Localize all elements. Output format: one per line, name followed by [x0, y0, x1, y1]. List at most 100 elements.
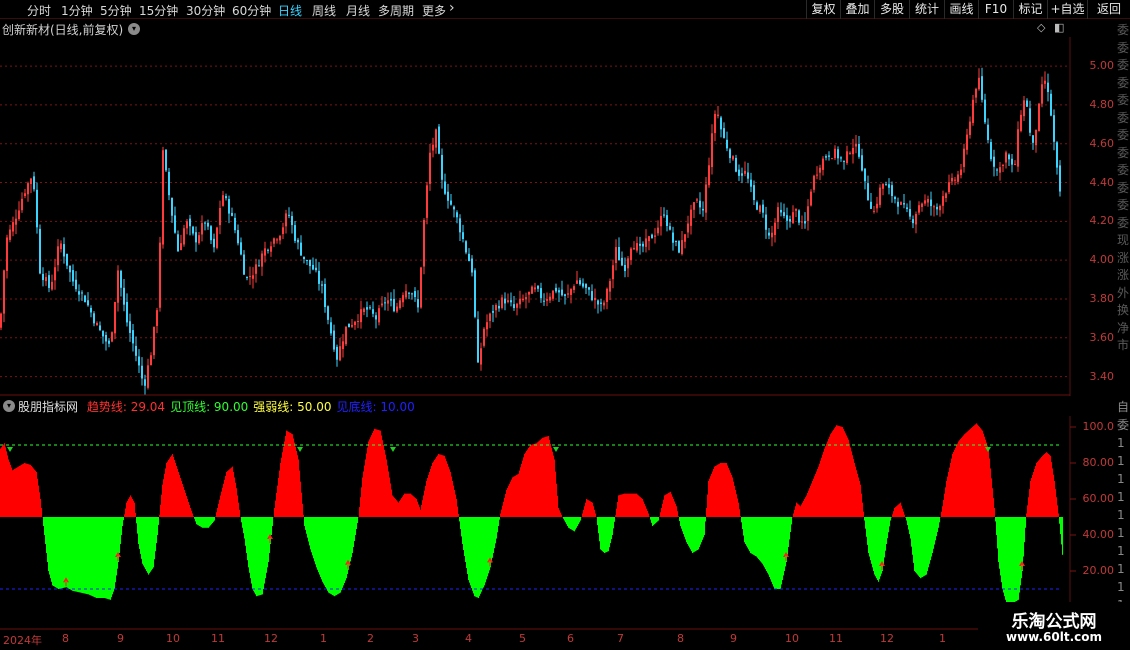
sell-arrow-icon	[297, 447, 303, 452]
trend-bar	[745, 517, 747, 544]
diamond-icon[interactable]: ◇	[1037, 21, 1045, 34]
toolbar-button-3[interactable]: 统计	[909, 0, 944, 19]
trend-bar	[760, 517, 762, 562]
toolbar-button-5[interactable]: F10	[978, 0, 1013, 19]
candlestick-chart[interactable]	[0, 37, 1130, 396]
trend-bar	[726, 463, 728, 517]
candle	[1047, 73, 1049, 102]
trend-bar	[75, 517, 77, 592]
date-axis-label: 2024年	[3, 634, 42, 647]
trend-bar	[784, 517, 786, 571]
window-icon[interactable]: ◧	[1054, 21, 1064, 34]
period-tab-8[interactable]: 月线	[346, 2, 370, 19]
indicator-name[interactable]: 股朋指标网	[18, 400, 78, 414]
candle	[156, 307, 158, 334]
candle	[582, 278, 584, 289]
period-tab-4[interactable]: 30分钟	[186, 2, 225, 19]
candle	[657, 220, 659, 236]
candle	[180, 234, 182, 251]
trend-bar	[606, 517, 608, 553]
period-tab-1[interactable]: 1分钟	[61, 2, 93, 19]
trend-bar	[677, 511, 679, 517]
candle	[813, 174, 815, 193]
trend-bar	[715, 466, 717, 517]
trend-bar	[743, 517, 745, 536]
trend-bar	[728, 467, 730, 517]
date-axis-label: 11	[211, 632, 225, 645]
trend-bar	[643, 501, 645, 517]
period-tab-10[interactable]: 更多	[422, 2, 446, 19]
trend-bar	[396, 500, 398, 517]
trend-bar	[545, 436, 547, 517]
chevron-down-icon[interactable]: ▾	[128, 23, 140, 35]
trend-bar	[202, 517, 204, 528]
trend-bar	[497, 517, 499, 533]
trend-bar	[97, 517, 99, 598]
trend-bar	[970, 428, 972, 517]
toolbar-button-4[interactable]: 画线	[944, 0, 978, 19]
trend-bar	[226, 472, 228, 517]
period-tab-2[interactable]: 5分钟	[100, 2, 132, 19]
candle	[321, 280, 323, 294]
candle	[240, 237, 242, 256]
trend-bar	[261, 517, 263, 595]
trend-bar	[617, 502, 619, 517]
candle	[369, 305, 371, 310]
trend-bar	[999, 517, 1001, 569]
trend-bar	[919, 517, 921, 577]
trend-bar	[736, 494, 738, 517]
period-tab-0[interactable]: 分时	[27, 2, 51, 19]
trend-bar	[771, 517, 773, 582]
trend-bar	[344, 517, 346, 583]
toolbar-button-6[interactable]: 标记	[1013, 0, 1047, 19]
trend-bar	[512, 477, 514, 517]
trend-bar	[591, 502, 593, 517]
trend-bar	[177, 469, 179, 517]
trend-bar	[569, 517, 571, 529]
trend-bar	[96, 517, 98, 598]
candle	[246, 276, 248, 281]
period-tab-5[interactable]: 60分钟	[232, 2, 271, 19]
toolbar-button-2[interactable]: 多股	[874, 0, 909, 19]
trend-bar	[703, 517, 705, 538]
trend-bar	[332, 517, 334, 595]
toolbar-button-0[interactable]: 复权	[806, 0, 840, 19]
period-tab-9[interactable]: 多周期	[378, 2, 414, 19]
trend-bar	[136, 517, 138, 524]
trend-bar	[486, 517, 488, 580]
trend-bar	[873, 517, 875, 571]
candle	[519, 290, 521, 309]
candle	[189, 214, 191, 236]
indicator-chevron-down-icon[interactable]: ▾	[3, 400, 15, 412]
chevron-right-icon[interactable]: ›	[449, 0, 455, 16]
trend-bar	[837, 425, 839, 517]
trend-bar	[935, 517, 937, 541]
candle	[138, 349, 140, 374]
period-tab-7[interactable]: 周线	[312, 2, 336, 19]
toolbar-button-8[interactable]: 返回	[1087, 0, 1130, 19]
toolbar-button-1[interactable]: 叠加	[840, 0, 874, 19]
trend-bar	[156, 517, 158, 544]
trend-bar	[272, 517, 274, 526]
trend-bar	[763, 517, 765, 566]
toolbar-button-7[interactable]: +自选	[1047, 0, 1087, 19]
trend-bar	[992, 488, 994, 517]
trend-bar	[574, 517, 576, 532]
trend-bar	[773, 517, 775, 587]
trend-bar	[470, 517, 472, 586]
trend-bar	[1040, 458, 1042, 517]
period-tab-3[interactable]: 15分钟	[139, 2, 178, 19]
trend-bar	[759, 517, 761, 561]
trend-bar	[125, 508, 127, 517]
indicator-chart[interactable]	[0, 416, 1130, 630]
trend-bar	[801, 504, 803, 517]
trend-bar	[769, 517, 771, 577]
trend-bar	[1052, 468, 1054, 517]
trend-bar	[412, 495, 414, 517]
trend-bar	[17, 467, 19, 517]
trend-bar	[32, 467, 34, 517]
period-tab-6[interactable]: 日线	[278, 2, 302, 19]
trend-bar	[367, 447, 369, 517]
trend-bar	[380, 430, 382, 517]
trend-bar	[693, 517, 695, 553]
